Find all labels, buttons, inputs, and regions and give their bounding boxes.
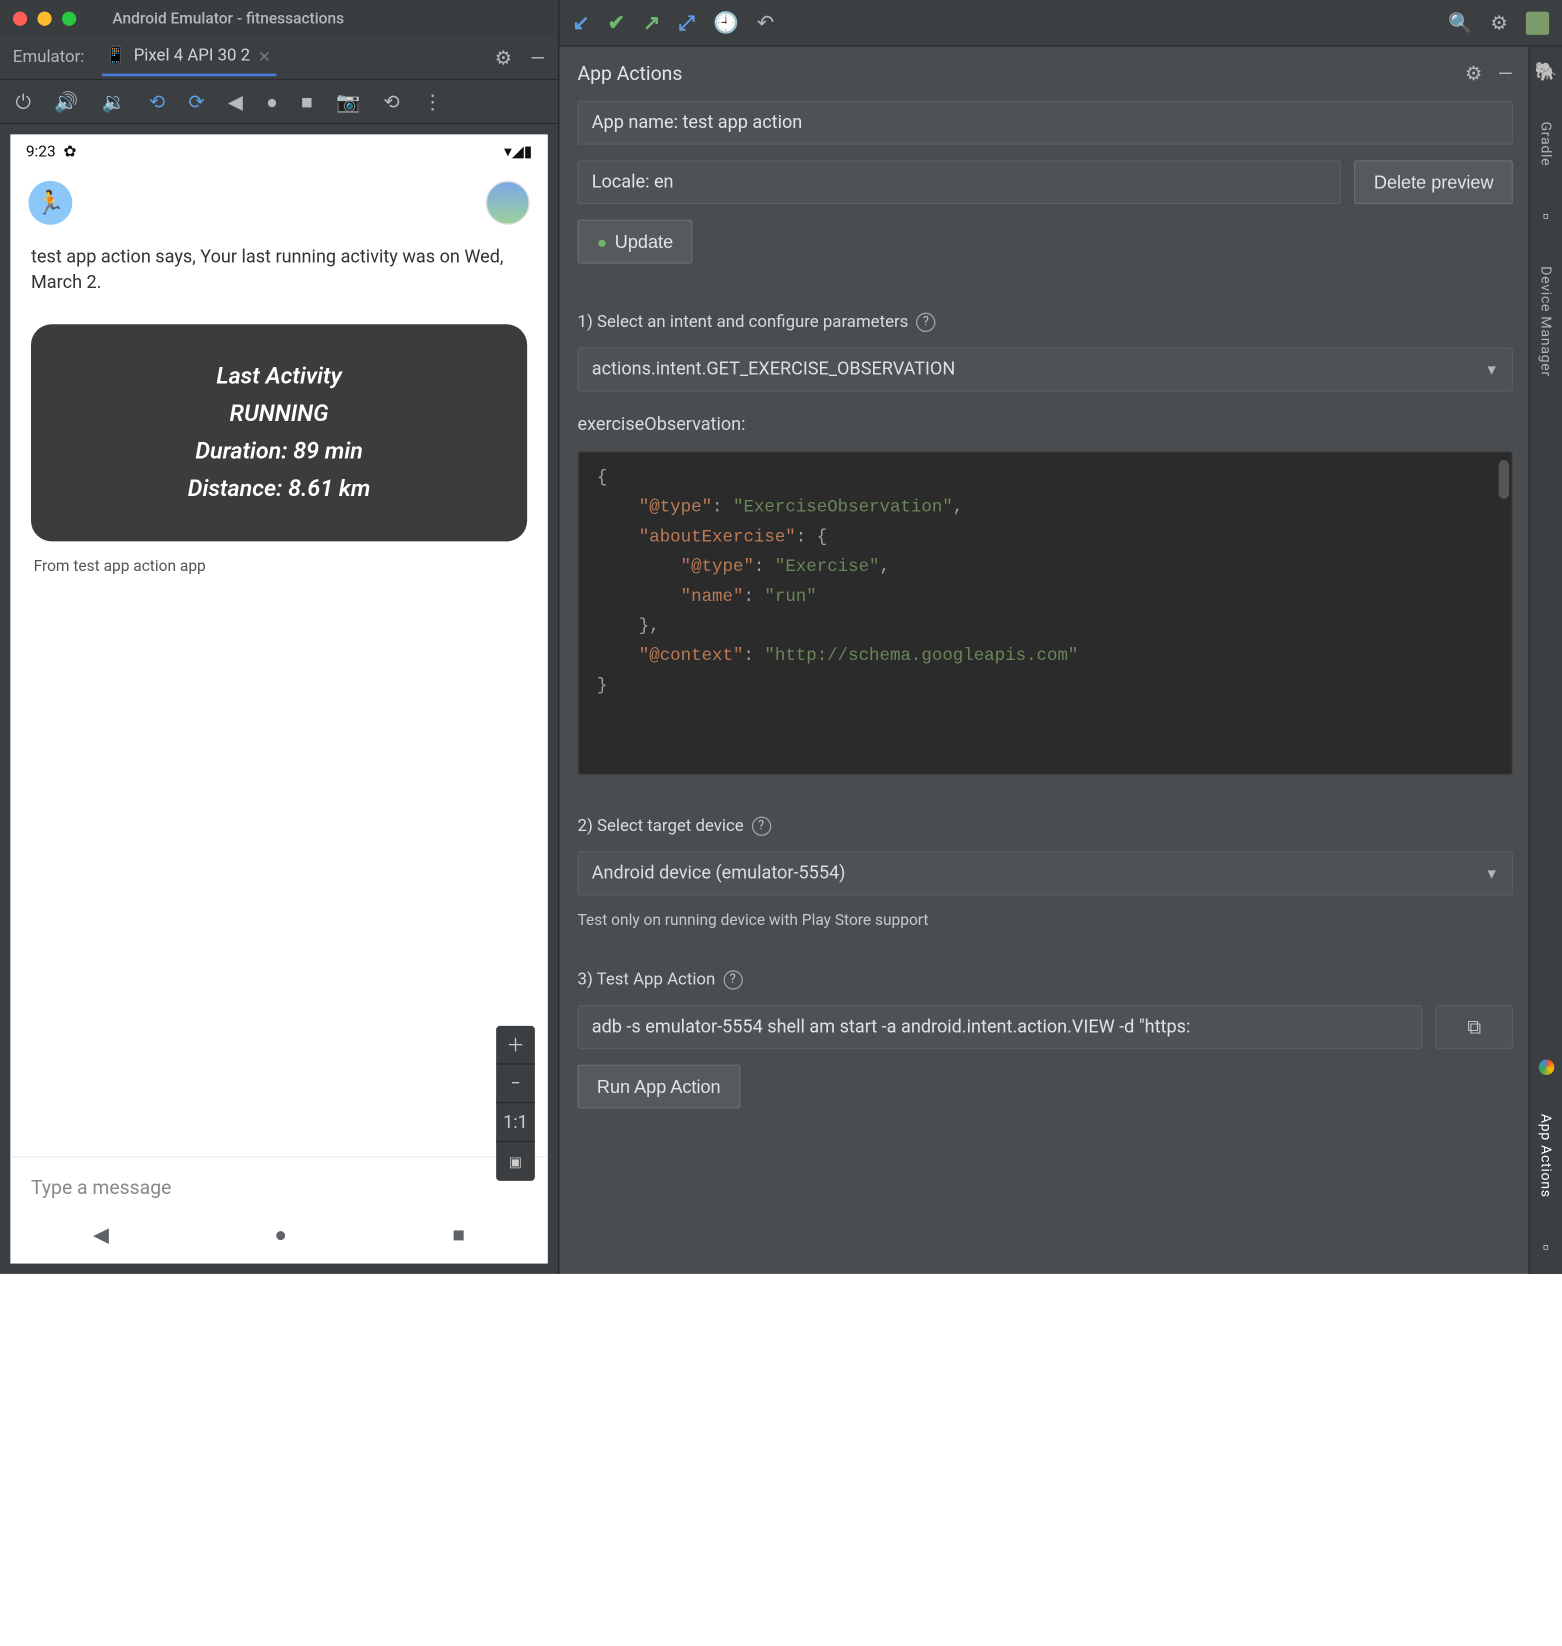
intent-select[interactable]: actions.intent.GET_EXERCISE_OBSERVATION …	[578, 348, 1513, 392]
panel-minimize-icon[interactable]: —	[1498, 62, 1513, 85]
update-label: Update	[615, 231, 673, 252]
home-nav-icon[interactable]: ●	[266, 90, 278, 113]
card-activity: RUNNING	[44, 401, 514, 428]
scrollbar-thumb[interactable]	[1499, 460, 1509, 499]
section-2-label: 2) Select target device ?	[578, 817, 1513, 836]
panel-gear-icon[interactable]: ⚙	[1465, 62, 1482, 85]
panel-title: App Actions	[578, 62, 683, 85]
phone-time: 9:23	[26, 142, 56, 160]
zoom-widget: ＋ − 1:1 ▣	[496, 1026, 535, 1181]
profile-avatar-icon[interactable]	[1526, 11, 1549, 34]
device-hint: Test only on running device with Play St…	[578, 911, 1513, 929]
ide-toolbar: ↙ ✔ ↗ ⤢ 🕘 ↶ 🔍 ⚙	[559, 0, 1562, 47]
emulator-tab-prefix: Emulator:	[13, 48, 84, 67]
card-duration: Duration: 89 min	[44, 438, 514, 465]
gradle-elephant-icon[interactable]: 🐘	[1535, 62, 1558, 83]
help-icon[interactable]: ?	[916, 313, 935, 332]
activity-card: Last Activity RUNNING Duration: 89 min D…	[31, 325, 527, 542]
emulator-window-title: Android Emulator - fitnessactions	[112, 9, 344, 27]
record-icon[interactable]: ⟲	[383, 90, 399, 113]
emulator-tabbar: Emulator: 📱 Pixel 4 API 30 2 ✕ ⚙ —	[0, 36, 558, 80]
close-icon[interactable]: ✕	[258, 47, 271, 65]
minimize-icon[interactable]: —	[530, 46, 545, 69]
volume-down-icon[interactable]: 🔉	[102, 90, 126, 113]
sidebar-item-gradle[interactable]: Gradle	[1537, 121, 1554, 166]
ide-panel: ↙ ✔ ↗ ⤢ 🕘 ↶ 🔍 ⚙ App Actions ⚙ — App name…	[559, 0, 1562, 1274]
window-traffic-lights[interactable]	[13, 11, 76, 25]
chevron-down-icon: ▼	[1485, 865, 1499, 882]
vcs-push-icon[interactable]: ↗	[643, 10, 660, 35]
device-manager-icon[interactable]: ▫	[1543, 205, 1549, 227]
assistant-response-text: test app action says, Your last running …	[10, 233, 547, 309]
section-3-label: 3) Test App Action ?	[578, 971, 1513, 990]
more-icon[interactable]: ⋮	[423, 90, 442, 113]
ide-settings-icon[interactable]: ⚙	[1490, 11, 1507, 34]
sidebar-bottom-icon[interactable]: ▫	[1543, 1236, 1549, 1258]
rotate-left-icon[interactable]: ⟲	[149, 90, 165, 113]
device-select[interactable]: Android device (emulator-5554) ▼	[578, 852, 1513, 896]
overview-nav-icon[interactable]: ■	[301, 90, 313, 113]
vcs-commit-icon[interactable]: ✔	[608, 10, 625, 35]
help-icon[interactable]: ?	[723, 971, 742, 990]
phone-statusbar: 9:23 ✿ ▾◢▮	[10, 134, 547, 160]
rollback-icon[interactable]: ↶	[757, 10, 774, 35]
emulator-toolbar: ⏻ 🔊 🔉 ⟲ ⟳ ◀ ● ■ 📷 ⟲ ⋮	[0, 80, 558, 124]
wifi-icon: ▾◢▮	[504, 142, 532, 160]
phone-icon: 📱	[105, 47, 126, 66]
emulator-titlebar: Android Emulator - fitnessactions	[0, 0, 558, 36]
delete-preview-button[interactable]: Delete preview	[1355, 160, 1513, 204]
zoom-out-button[interactable]: −	[496, 1065, 535, 1104]
param-label: exerciseObservation:	[578, 415, 1513, 436]
run-app-action-button[interactable]: Run App Action	[578, 1065, 740, 1109]
sidebar-item-app-actions[interactable]: App Actions	[1537, 1114, 1554, 1198]
assistant-input[interactable]: Type a message	[10, 1156, 547, 1209]
help-icon[interactable]: ?	[751, 817, 770, 836]
sidebar-item-device-manager[interactable]: Device Manager	[1537, 266, 1554, 377]
emulator-device-tab[interactable]: 📱 Pixel 4 API 30 2 ✕	[102, 39, 276, 76]
assistant-header: 🏃	[10, 160, 547, 232]
card-title: Last Activity	[44, 363, 514, 390]
copy-button[interactable]: ⧉	[1435, 1006, 1513, 1050]
runner-icon: 🏃	[28, 181, 72, 225]
ide-right-sidebar: 🐘 Gradle ▫ Device Manager App Actions ▫	[1528, 47, 1562, 1274]
zoom-in-button[interactable]: ＋	[496, 1026, 535, 1065]
zoom-fit-button[interactable]: ▣	[496, 1142, 535, 1181]
locale-field[interactable]: Locale: en	[578, 160, 1342, 204]
screenshot-icon[interactable]: 📷	[336, 90, 360, 113]
emulator-window: Android Emulator - fitnessactions Emulat…	[0, 0, 559, 1274]
adb-command-field[interactable]: adb -s emulator-5554 shell am start -a a…	[578, 1006, 1423, 1050]
volume-up-icon[interactable]: 🔊	[54, 90, 78, 113]
check-icon: ●	[597, 232, 607, 251]
phone-screen: 9:23 ✿ ▾◢▮ 🏃 test app action says, Your …	[10, 134, 547, 1263]
search-icon[interactable]: 🔍	[1448, 11, 1472, 34]
zoom-reset-button[interactable]: 1:1	[496, 1103, 535, 1142]
card-caption: From test app action app	[10, 557, 547, 575]
settings-small-icon: ✿	[63, 142, 76, 160]
vcs-incoming-icon[interactable]: ↙	[572, 10, 589, 35]
update-button[interactable]: ● Update	[578, 220, 693, 264]
assistant-dots-icon[interactable]	[1538, 1059, 1554, 1075]
json-editor[interactable]: { "@type": "ExerciseObservation", "about…	[578, 451, 1513, 776]
rotate-right-icon[interactable]: ⟳	[188, 90, 204, 113]
nav-recent-icon[interactable]: ■	[453, 1222, 465, 1248]
section-1-label: 1) Select an intent and configure parame…	[578, 313, 1513, 332]
user-avatar[interactable]	[486, 181, 530, 225]
gear-icon[interactable]: ⚙	[495, 46, 512, 69]
vcs-update-icon[interactable]: ⤢	[679, 10, 696, 36]
history-icon[interactable]: 🕘	[713, 10, 739, 35]
nav-back-icon[interactable]: ◀	[93, 1222, 109, 1248]
android-navbar: ◀ ● ■	[10, 1209, 547, 1263]
device-value: Android device (emulator-5554)	[592, 864, 846, 885]
back-nav-icon[interactable]: ◀	[228, 90, 243, 113]
card-distance: Distance: 8.61 km	[44, 476, 514, 503]
app-name-field[interactable]: App name: test app action	[578, 101, 1513, 145]
nav-home-icon[interactable]: ●	[275, 1222, 287, 1248]
power-icon[interactable]: ⏻	[16, 90, 31, 113]
chevron-down-icon: ▼	[1485, 361, 1499, 378]
emulator-tab-label: Pixel 4 API 30 2	[134, 47, 250, 66]
intent-value: actions.intent.GET_EXERCISE_OBSERVATION	[592, 359, 956, 380]
